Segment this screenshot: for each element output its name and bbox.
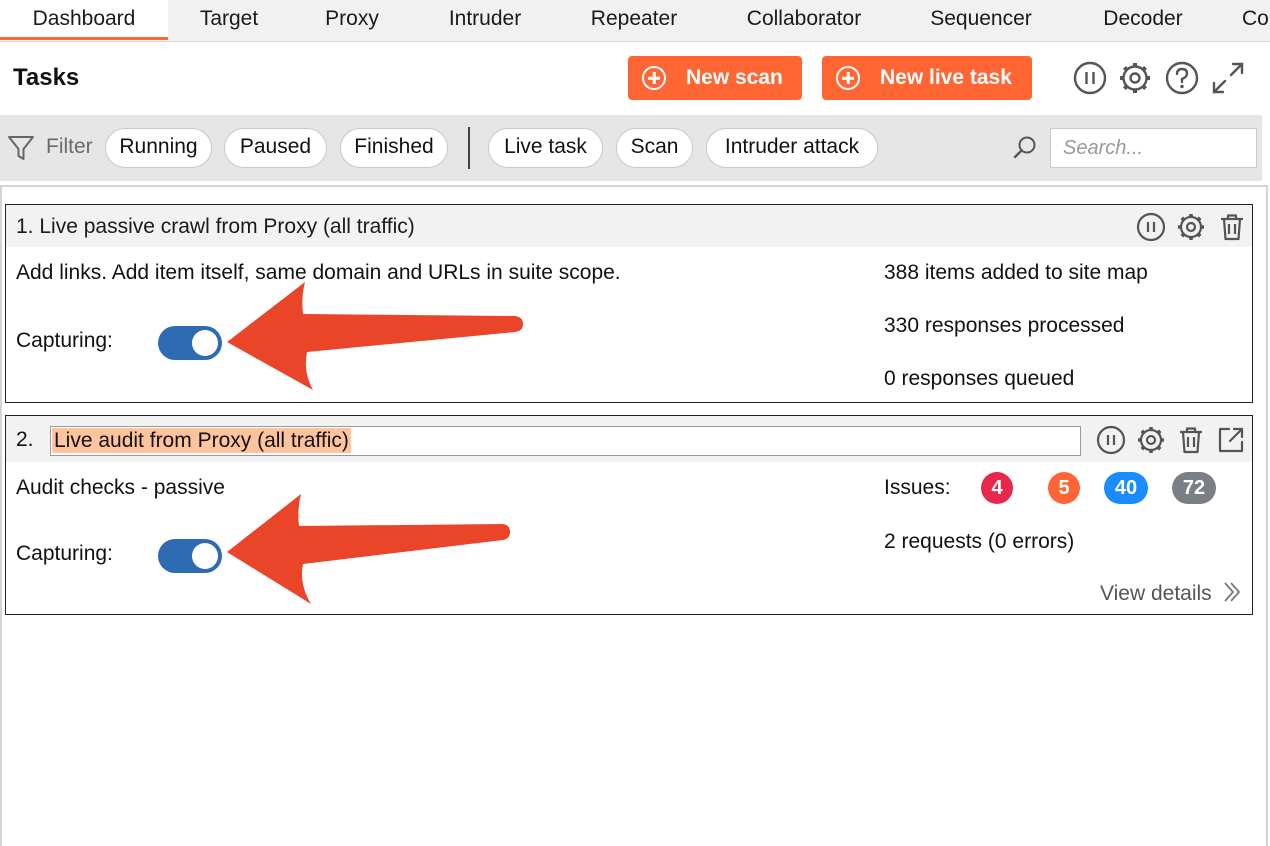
gear-icon[interactable] — [1175, 211, 1207, 243]
chip-scan[interactable]: Scan — [616, 128, 693, 168]
issues-label: Issues: — [884, 476, 951, 499]
new-scan-button[interactable]: New scan — [628, 56, 802, 100]
task-card-1: 1. Live passive crawl from Proxy (all tr… — [5, 204, 1253, 403]
chip-running[interactable]: Running — [105, 128, 212, 168]
main-tab-bar: Dashboard Target Proxy Intruder Repeater… — [0, 0, 1270, 42]
new-live-task-label: New live task — [880, 66, 1012, 89]
open-external-icon[interactable] — [1215, 424, 1247, 456]
tab-dashboard[interactable]: Dashboard — [0, 0, 168, 40]
capturing-toggle[interactable] — [158, 326, 222, 360]
toggle-knob — [192, 330, 218, 356]
chip-paused[interactable]: Paused — [224, 128, 327, 168]
pause-icon[interactable] — [1095, 424, 1127, 456]
task-title-edit-field[interactable]: Live audit from Proxy (all traffic) — [50, 426, 1081, 456]
capturing-label: Capturing: — [16, 329, 113, 352]
tab-proxy[interactable]: Proxy — [312, 0, 392, 40]
issue-badge-high[interactable]: 4 — [981, 472, 1013, 504]
tab-comparer-truncated[interactable]: Co — [1242, 0, 1270, 40]
plus-circle-icon — [642, 66, 666, 90]
search-icon[interactable] — [1012, 135, 1038, 161]
stat-responses-queued: 0 responses queued — [884, 367, 1075, 390]
filter-label: Filter — [46, 135, 93, 158]
filter-bar: Filter Running Paused Finished Live task… — [0, 115, 1262, 181]
filter-icon[interactable] — [7, 134, 35, 162]
task-description: Audit checks - passive — [16, 476, 225, 499]
filter-divider — [468, 127, 470, 169]
task-description: Add links. Add item itself, same domain … — [16, 261, 621, 284]
double-chevron-right-icon — [1223, 582, 1240, 602]
new-scan-label: New scan — [686, 66, 783, 89]
task-number: 2. — [16, 428, 34, 451]
capturing-label: Capturing: — [16, 542, 113, 565]
view-details-link[interactable]: View details — [1100, 578, 1242, 606]
issue-badge-low[interactable]: 40 — [1104, 472, 1148, 504]
capturing-toggle[interactable] — [158, 539, 222, 573]
task-name: Live passive crawl from Proxy (all traff… — [39, 215, 415, 238]
stat-items-added: 388 items added to site map — [884, 261, 1148, 284]
trash-icon[interactable] — [1216, 211, 1248, 243]
page-title: Tasks — [13, 64, 80, 91]
gear-icon[interactable] — [1135, 424, 1167, 456]
toggle-knob — [192, 543, 218, 569]
task-header: 1. Live passive crawl from Proxy (all tr… — [6, 205, 1252, 247]
gear-icon[interactable] — [1117, 60, 1153, 96]
tab-repeater[interactable]: Repeater — [576, 0, 692, 40]
view-details-label: View details — [1100, 582, 1212, 605]
plus-circle-icon — [836, 66, 860, 90]
task-title[interactable]: 1. Live passive crawl from Proxy (all tr… — [16, 215, 415, 239]
issue-badge-medium[interactable]: 5 — [1048, 472, 1080, 504]
task-number: 1. — [16, 215, 34, 238]
pause-icon[interactable] — [1072, 60, 1108, 96]
task-card-2: 2. Live audit from Proxy (all traffic) A… — [5, 415, 1253, 615]
trash-icon[interactable] — [1175, 424, 1207, 456]
chip-live-task[interactable]: Live task — [488, 128, 603, 168]
chip-intruder-attack[interactable]: Intruder attack — [706, 128, 878, 168]
tab-intruder[interactable]: Intruder — [434, 0, 536, 40]
pause-icon[interactable] — [1135, 211, 1167, 243]
help-icon[interactable] — [1164, 60, 1200, 96]
tab-collaborator[interactable]: Collaborator — [734, 0, 874, 40]
expand-icon[interactable] — [1210, 60, 1246, 96]
task-header: 2. Live audit from Proxy (all traffic) — [6, 416, 1252, 462]
stat-responses-processed: 330 responses processed — [884, 314, 1125, 337]
search-input[interactable] — [1050, 128, 1257, 168]
task-name-selected: Live audit from Proxy (all traffic) — [52, 428, 351, 453]
tab-decoder[interactable]: Decoder — [1088, 0, 1198, 40]
tab-sequencer[interactable]: Sequencer — [918, 0, 1044, 40]
issue-badge-info[interactable]: 72 — [1172, 472, 1216, 504]
chip-finished[interactable]: Finished — [340, 128, 448, 168]
new-live-task-button[interactable]: New live task — [822, 56, 1032, 100]
tab-target[interactable]: Target — [184, 0, 274, 40]
requests-summary: 2 requests (0 errors) — [884, 530, 1075, 553]
